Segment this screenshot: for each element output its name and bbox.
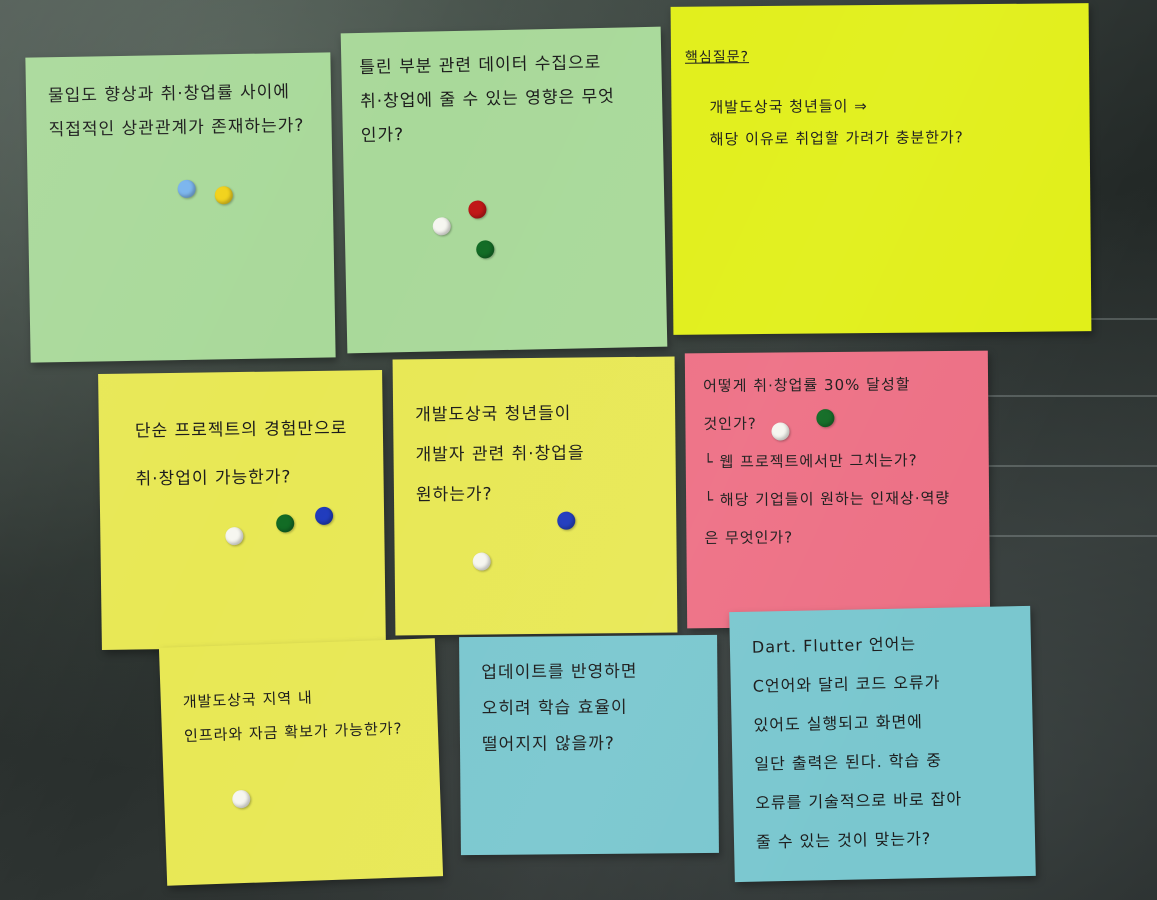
vote-dot-white: [432, 217, 451, 236]
sticky-note-text: Dart. Flutter 언어는 C언어와 달리 코드 오류가 있어도 실행되…: [751, 634, 963, 852]
sticky-note-1: 물입도 향상과 취·창업률 사이에 직접적인 상관관계가 존재하는가?: [25, 52, 336, 363]
sticky-note-text: 개발도상국 청년들이 개발자 관련 취·창업을 원하는가?: [415, 403, 585, 506]
vote-dot-white: [225, 526, 244, 546]
sticky-note-text: 물입도 향상과 취·창업률 사이에 직접적인 상관관계가 존재하는가?: [47, 82, 305, 141]
sticky-note-heading: 핵심질문?: [684, 49, 750, 66]
sticky-note-2: 틀린 부분 관련 데이터 수집으로 취·창업에 줄 수 있는 영향은 무엇 인가…: [340, 26, 668, 354]
vote-dot-white: [231, 789, 251, 809]
vote-dot-white: [472, 552, 491, 571]
vote-dot-yellow: [214, 186, 233, 205]
vote-dot-blue: [557, 511, 576, 530]
sticky-note-text: 단순 프로젝트의 경험만으로 취·창업이 가능한가?: [134, 418, 348, 490]
sticky-note-7: 개발도상국 지역 내 인프라와 자금 확보가 가능한가?: [158, 638, 444, 886]
vote-dot-red: [468, 200, 487, 219]
sticky-note-text: 개발도상국 지역 내 인프라와 자금 확보가 가능한가?: [182, 688, 403, 746]
vote-dot-green: [816, 409, 835, 428]
window-frame-line: [970, 535, 1157, 537]
sticky-note-8: 업데이트를 반영하면 오히려 학습 효율이 떨어지지 않을까?: [459, 634, 719, 856]
sticky-note-3: 핵심질문? 개발도상국 청년들이 ⇒ 해당 이유로 취업할 가려가 충분한가?: [670, 3, 1092, 335]
sticky-note-5: 개발도상국 청년들이 개발자 관련 취·창업을 원하는가?: [392, 356, 678, 636]
window-frame-line: [970, 465, 1157, 467]
sticky-note-text: 개발도상국 청년들이 ⇒ 해당 이유로 취업할 가려가 충분한가?: [709, 97, 964, 149]
vote-dot-green: [276, 514, 295, 533]
vote-dot-lightblue: [177, 179, 196, 199]
vote-dot-white: [771, 422, 790, 441]
sticky-note-9: Dart. Flutter 언어는 C언어와 달리 코드 오류가 있어도 실행되…: [729, 605, 1036, 883]
vote-dot-green: [476, 240, 495, 259]
sticky-note-6: 어떻게 취·창업률 30% 달성할 것인가? └ 웹 프로젝트에서만 그치는가?…: [684, 350, 991, 629]
sticky-note-text: 업데이트를 반영하면 오히려 학습 효율이 떨어지지 않을까?: [481, 661, 638, 755]
sticky-note-4: 단순 프로젝트의 경험만으로 취·창업이 가능한가?: [98, 370, 386, 650]
sticky-note-text: 어떻게 취·창업률 30% 달성할 것인가? └ 웹 프로젝트에서만 그치는가?…: [703, 375, 951, 548]
sticky-note-text: 틀린 부분 관련 데이터 수집으로 취·창업에 줄 수 있는 영향은 무엇 인가…: [359, 52, 616, 146]
window-frame-line: [970, 395, 1157, 397]
vote-dot-blue: [314, 506, 334, 525]
